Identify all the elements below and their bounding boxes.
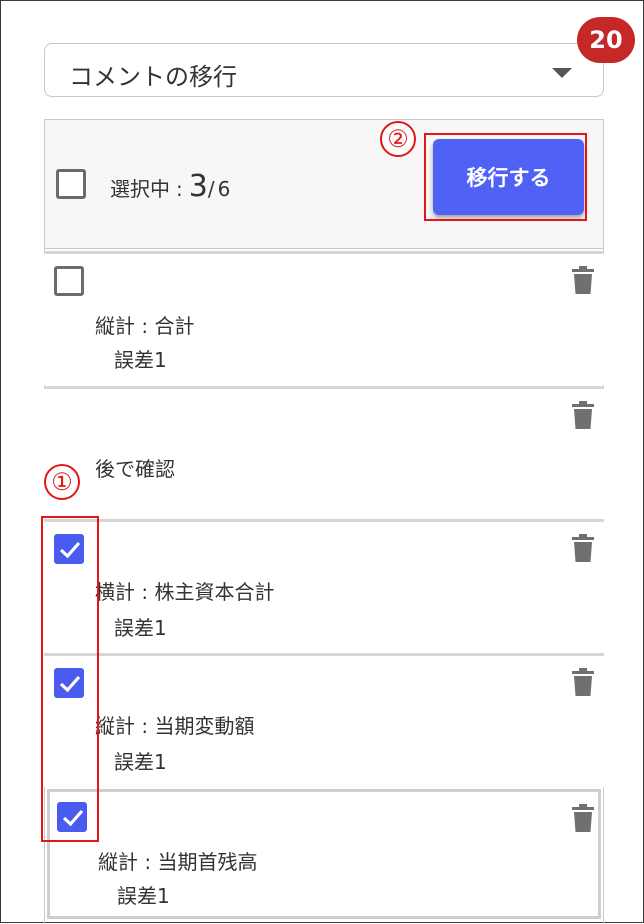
comment-title: 縦計 : 当期首残高 bbox=[98, 850, 258, 874]
migrate-button-highlight bbox=[424, 133, 587, 221]
select-all-checkbox[interactable] bbox=[56, 169, 86, 199]
comment-checkbox[interactable] bbox=[54, 266, 84, 296]
comment-card: 横計 : 株主資本合計 誤差1 bbox=[44, 519, 604, 653]
selection-count: 選択中:3/6 bbox=[110, 169, 230, 204]
count-slash: / bbox=[207, 177, 215, 201]
comment-card: 後で確認 bbox=[44, 386, 604, 520]
comment-detail: 誤差1 bbox=[114, 616, 167, 640]
trash-icon[interactable] bbox=[572, 668, 594, 700]
chevron-down-icon bbox=[552, 68, 572, 78]
selected-count: 3 bbox=[188, 169, 208, 204]
trash-icon[interactable] bbox=[572, 534, 594, 566]
selected-label: 選択中 bbox=[110, 177, 170, 201]
total-count: 6 bbox=[217, 177, 231, 201]
dropdown-selected-value: コメントの移行 bbox=[69, 63, 237, 91]
comment-card: 縦計 : 当期首残高 誤差1 bbox=[47, 789, 601, 919]
comment-detail: 誤差1 bbox=[114, 750, 167, 774]
checkbox-column-highlight bbox=[41, 516, 99, 842]
comment-card: 縦計 : 当期変動額 誤差1 bbox=[44, 653, 604, 787]
comment-title: 後で確認 bbox=[95, 457, 175, 481]
comment-title: 縦計 : 当期変動額 bbox=[95, 714, 255, 738]
selected-separator: : bbox=[176, 177, 183, 201]
marker-2: ② bbox=[380, 121, 416, 157]
comment-card: 縦計 : 合計 誤差1 bbox=[44, 251, 604, 385]
comment-title: 横計 : 株主資本合計 bbox=[95, 580, 275, 604]
comment-title: 縦計 : 合計 bbox=[95, 314, 195, 338]
marker-1: ① bbox=[44, 464, 80, 500]
trash-icon[interactable] bbox=[572, 804, 594, 836]
trash-icon[interactable] bbox=[572, 266, 594, 298]
migration-mode-dropdown[interactable]: コメントの移行 bbox=[44, 43, 604, 97]
comment-detail: 誤差1 bbox=[114, 348, 167, 372]
trash-icon[interactable] bbox=[572, 401, 594, 433]
comment-detail: 誤差1 bbox=[117, 884, 170, 908]
comment-migration-panel: コメントの移行 20 選択中:3/6 移行する 縦計 : 合計 誤差1 後で確認… bbox=[0, 0, 644, 924]
notification-count-badge: 20 bbox=[577, 17, 635, 63]
